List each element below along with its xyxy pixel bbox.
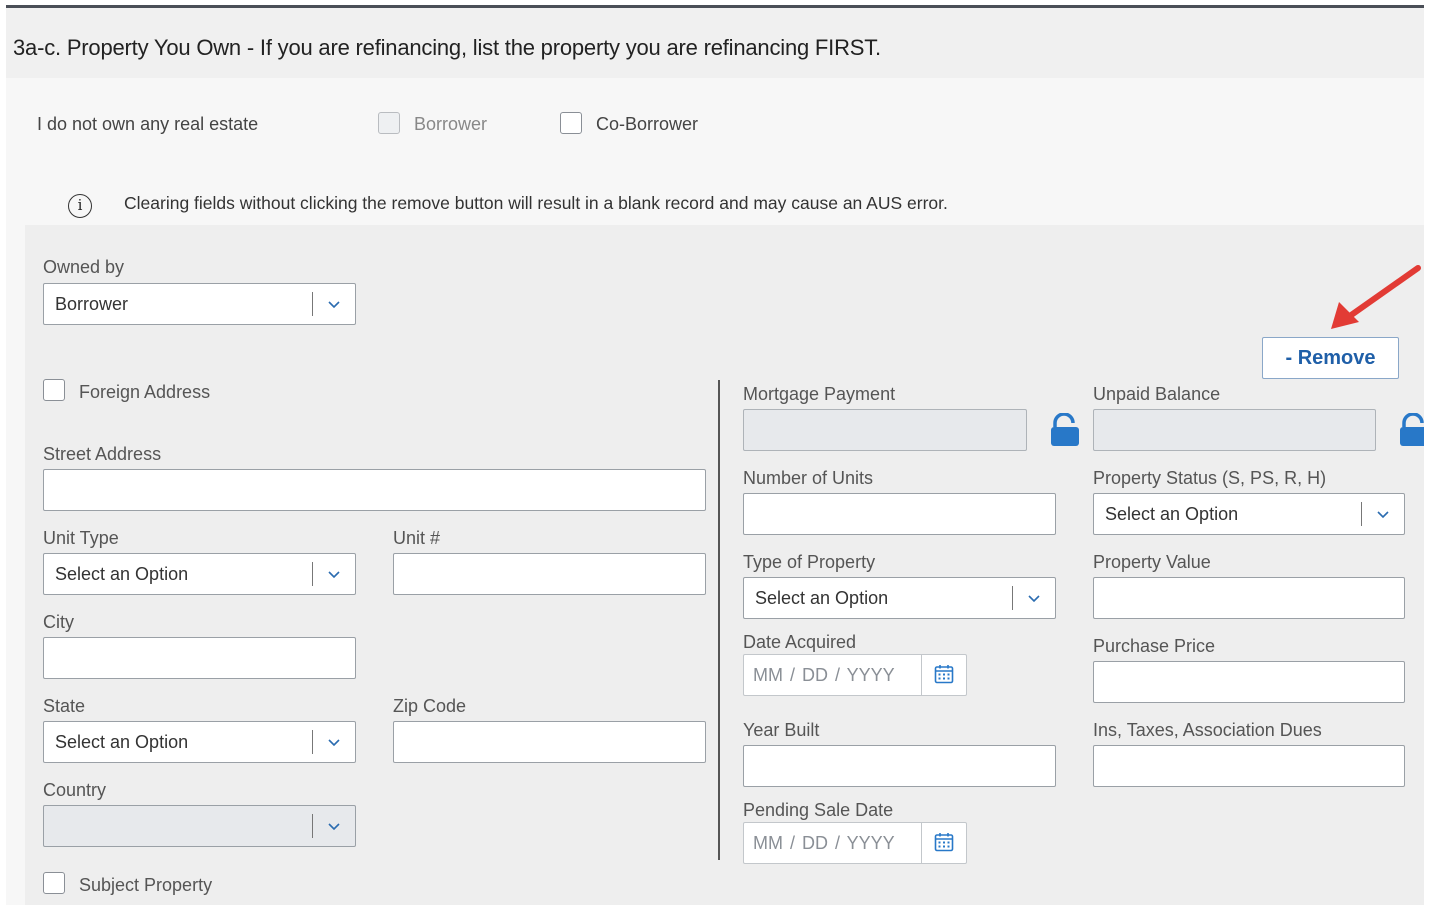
owned-by-label: Owned by	[43, 257, 125, 277]
info-message: Clearing fields without clicking the rem…	[124, 193, 948, 213]
section-title: 3a-c. Property You Own - If you are refi…	[13, 35, 881, 60]
chevron-down-icon	[1028, 595, 1040, 603]
coborrower-checkbox-label: Co-Borrower	[596, 114, 699, 134]
foreign-address-label: Foreign Address	[79, 382, 211, 402]
section-header: 3a-c. Property You Own - If you are refi…	[6, 8, 1424, 78]
state-select[interactable]: Select an Option	[43, 721, 356, 763]
property-status-value: Select an Option	[1105, 504, 1239, 524]
property-status-label: Property Status (S, PS, R, H)	[1093, 468, 1327, 488]
owned-by-select[interactable]: Borrower	[43, 283, 356, 325]
unpaid-balance-input	[1093, 409, 1376, 451]
ins-taxes-dues-label: Ins, Taxes, Association Dues	[1093, 720, 1322, 740]
country-select[interactable]	[43, 805, 356, 847]
lock-icon[interactable]	[1399, 413, 1424, 447]
type-of-property-value: Select an Option	[755, 588, 889, 608]
city-label: City	[43, 612, 74, 632]
pending-sale-date-placeholder: MM / DD / YYYY	[753, 833, 895, 853]
subject-property-label: Subject Property	[79, 875, 213, 895]
property-status-select[interactable]: Select an Option	[1093, 493, 1405, 535]
chevron-down-icon	[328, 301, 340, 309]
unit-number-input[interactable]	[393, 553, 706, 595]
date-acquired-placeholder: MM / DD / YYYY	[753, 665, 895, 685]
year-built-input[interactable]	[743, 745, 1056, 787]
zip-code-label: Zip Code	[393, 696, 467, 716]
pending-sale-date-label: Pending Sale Date	[743, 800, 894, 820]
purchase-price-label: Purchase Price	[1093, 636, 1216, 656]
type-of-property-label: Type of Property	[743, 552, 876, 572]
calendar-icon	[934, 665, 954, 684]
foreign-address-checkbox[interactable]	[43, 379, 65, 401]
number-of-units-input[interactable]	[743, 493, 1056, 535]
state-value: Select an Option	[55, 732, 189, 752]
unpaid-balance-label: Unpaid Balance	[1093, 384, 1221, 404]
purchase-price-input[interactable]	[1093, 661, 1405, 703]
unit-type-select[interactable]: Select an Option	[43, 553, 356, 595]
state-label: State	[43, 696, 86, 716]
number-of-units-label: Number of Units	[743, 468, 874, 488]
city-input[interactable]	[43, 637, 356, 679]
pending-sale-date-input[interactable]: MM / DD / YYYY	[743, 822, 967, 864]
ins-taxes-dues-input[interactable]	[1093, 745, 1405, 787]
chevron-down-icon	[328, 823, 340, 831]
mortgage-payment-label: Mortgage Payment	[743, 384, 896, 404]
lock-icon[interactable]	[1050, 413, 1080, 447]
unit-type-label: Unit Type	[43, 528, 119, 548]
date-acquired-label: Date Acquired	[743, 632, 857, 652]
no-real-estate-label: I do not own any real estate	[37, 114, 259, 134]
unit-number-label: Unit #	[393, 528, 441, 548]
mortgage-payment-input	[743, 409, 1027, 451]
zip-code-input[interactable]	[393, 721, 706, 763]
type-of-property-select[interactable]: Select an Option	[743, 577, 1056, 619]
unit-type-value: Select an Option	[55, 564, 189, 584]
borrower-checkbox[interactable]	[378, 112, 400, 134]
property-value-input[interactable]	[1093, 577, 1405, 619]
calendar-icon	[934, 833, 954, 852]
property-value-label: Property Value	[1093, 552, 1211, 572]
street-address-input[interactable]	[43, 469, 706, 511]
coborrower-checkbox[interactable]	[560, 112, 582, 134]
owned-by-value: Borrower	[55, 294, 129, 314]
info-circle-icon: i	[68, 194, 92, 218]
borrower-checkbox-label: Borrower	[414, 114, 488, 134]
date-acquired-calendar-button[interactable]	[921, 655, 966, 695]
country-label: Country	[43, 780, 107, 800]
subject-property-checkbox[interactable]	[43, 872, 65, 894]
date-acquired-input[interactable]: MM / DD / YYYY	[743, 654, 967, 696]
year-built-label: Year Built	[743, 720, 820, 740]
chevron-down-icon	[328, 571, 340, 579]
red-arrow-annotation-icon	[1331, 265, 1421, 329]
street-address-label: Street Address	[43, 444, 162, 464]
column-divider	[718, 380, 720, 860]
remove-button[interactable]: - Remove	[1262, 337, 1399, 379]
chevron-down-icon	[1377, 511, 1389, 519]
chevron-down-icon	[328, 739, 340, 747]
pending-sale-date-calendar-button[interactable]	[921, 823, 966, 863]
